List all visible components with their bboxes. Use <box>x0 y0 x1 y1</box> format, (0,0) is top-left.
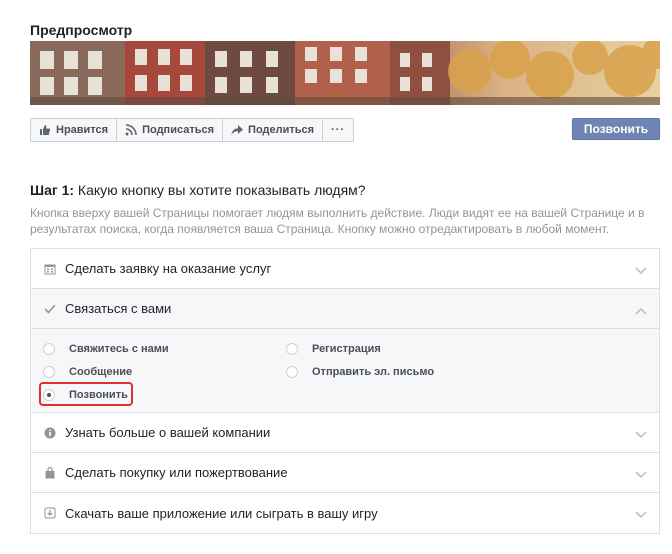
option-contact-us[interactable]: Свяжитесь с нами <box>43 343 169 355</box>
info-icon <box>43 426 57 440</box>
cover-photo <box>30 41 660 105</box>
category-label: Сделать покупку или пожертвование <box>65 465 288 480</box>
radio-button[interactable] <box>43 366 55 378</box>
radio-button[interactable] <box>43 343 55 355</box>
option-sign-up[interactable]: Регистрация <box>286 343 381 355</box>
category-label: Узнать больше о вашей компании <box>65 425 271 440</box>
option-label: Свяжитесь с нами <box>69 343 169 355</box>
option-label: Отправить эл. письмо <box>312 366 435 378</box>
category-row-services[interactable]: Сделать заявку на оказание услуг <box>31 249 659 289</box>
step-description: Кнопка вверху вашей Страницы помогает лю… <box>30 206 645 236</box>
like-label: Нравится <box>56 124 109 136</box>
share-button[interactable]: Поделиться <box>223 119 324 141</box>
shopping-bag-icon <box>43 466 57 480</box>
category-row-download[interactable]: Скачать ваше приложение или сыграть в ва… <box>31 493 659 533</box>
follow-button[interactable]: Подписаться <box>117 119 224 141</box>
chevron-down-icon <box>635 467 647 482</box>
option-label: Регистрация <box>312 343 381 355</box>
category-label: Связаться с вами <box>65 301 172 316</box>
step-heading: Шаг 1: Какую кнопку вы хотите показывать… <box>30 182 366 198</box>
radio-button[interactable] <box>286 366 298 378</box>
more-dots-icon: ··· <box>331 124 346 136</box>
thumbs-up-icon <box>39 124 51 136</box>
chevron-down-icon <box>635 427 647 442</box>
category-label: Сделать заявку на оказание услуг <box>65 261 272 276</box>
option-send-email[interactable]: Отправить эл. письмо <box>286 366 434 378</box>
chevron-up-icon <box>635 303 647 318</box>
category-row-shop[interactable]: Сделать покупку или пожертвование <box>31 453 659 493</box>
step-label: Шаг 1: <box>30 182 75 198</box>
call-cta-button[interactable]: Позвонить <box>572 118 660 140</box>
option-label: Сообщение <box>69 366 133 378</box>
category-label: Скачать ваше приложение или сыграть в ва… <box>65 505 378 521</box>
more-button[interactable]: ··· <box>323 119 353 141</box>
option-message[interactable]: Сообщение <box>43 366 132 378</box>
chevron-down-icon <box>635 263 647 278</box>
preview-title: Предпросмотр <box>30 22 133 38</box>
selected-option-highlight <box>39 382 133 406</box>
checkmark-icon <box>43 302 57 316</box>
category-row-learn-more[interactable]: Узнать больше о вашей компании <box>31 413 659 453</box>
radio-button[interactable] <box>286 343 298 355</box>
like-button[interactable]: Нравится <box>31 119 118 141</box>
calendar-icon <box>43 262 57 276</box>
share-arrow-icon <box>231 124 244 136</box>
chevron-down-icon <box>635 507 647 522</box>
rss-icon <box>125 124 137 136</box>
follow-label: Подписаться <box>142 124 215 136</box>
page-action-bar: Нравится Подписаться Поделиться ··· <box>30 118 355 142</box>
category-row-contact[interactable]: Связаться с вами <box>31 289 659 329</box>
share-label: Поделиться <box>248 124 315 136</box>
download-icon <box>43 506 57 520</box>
step-question: Какую кнопку вы хотите показывать людям? <box>77 182 366 198</box>
